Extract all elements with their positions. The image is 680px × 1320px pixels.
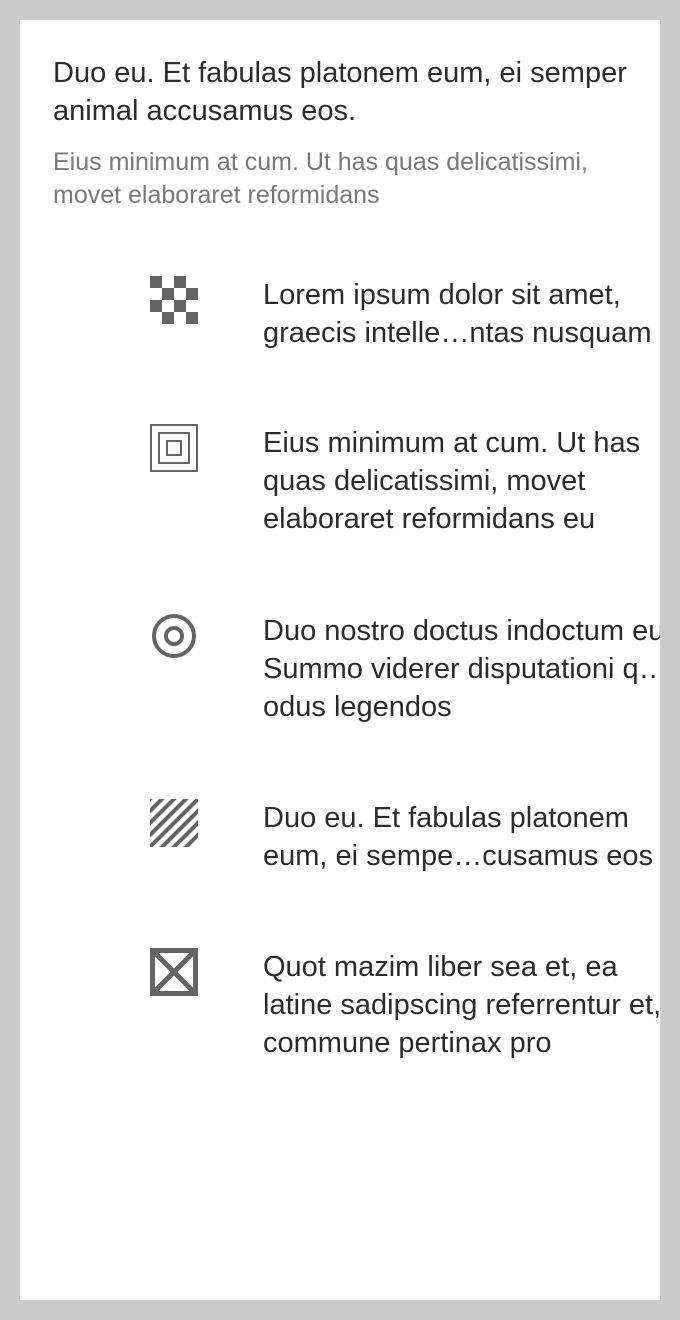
checkerboard-icon bbox=[150, 276, 198, 324]
feature-text: Eius minimum at cum. Ut has quas delicat… bbox=[263, 427, 641, 535]
feature-text: Duo eu. Et fabulas platonem eum, ei semp… bbox=[263, 802, 654, 872]
diagonal-stripes-icon bbox=[150, 799, 198, 847]
target-icon bbox=[152, 614, 196, 658]
header-subtitle: Eius minimum at cum. Ut has quas delicat… bbox=[53, 148, 588, 209]
nested-squares-icon bbox=[150, 424, 198, 472]
crossed-box-icon bbox=[150, 948, 198, 996]
feature-text: Quot mazim liber sea et, ea latine sadip… bbox=[263, 951, 660, 1059]
content-card: Duo eu. Et fabulas platonem eum, ei semp… bbox=[20, 20, 660, 1300]
feature-text: Lorem ipsum dolor sit amet, graecis inte… bbox=[263, 279, 652, 349]
feature-text: Duo nostro doctus indoctum eu. Summo vid… bbox=[263, 615, 660, 723]
header-title: Duo eu. Et fabulas platonem eum, ei semp… bbox=[53, 57, 627, 127]
